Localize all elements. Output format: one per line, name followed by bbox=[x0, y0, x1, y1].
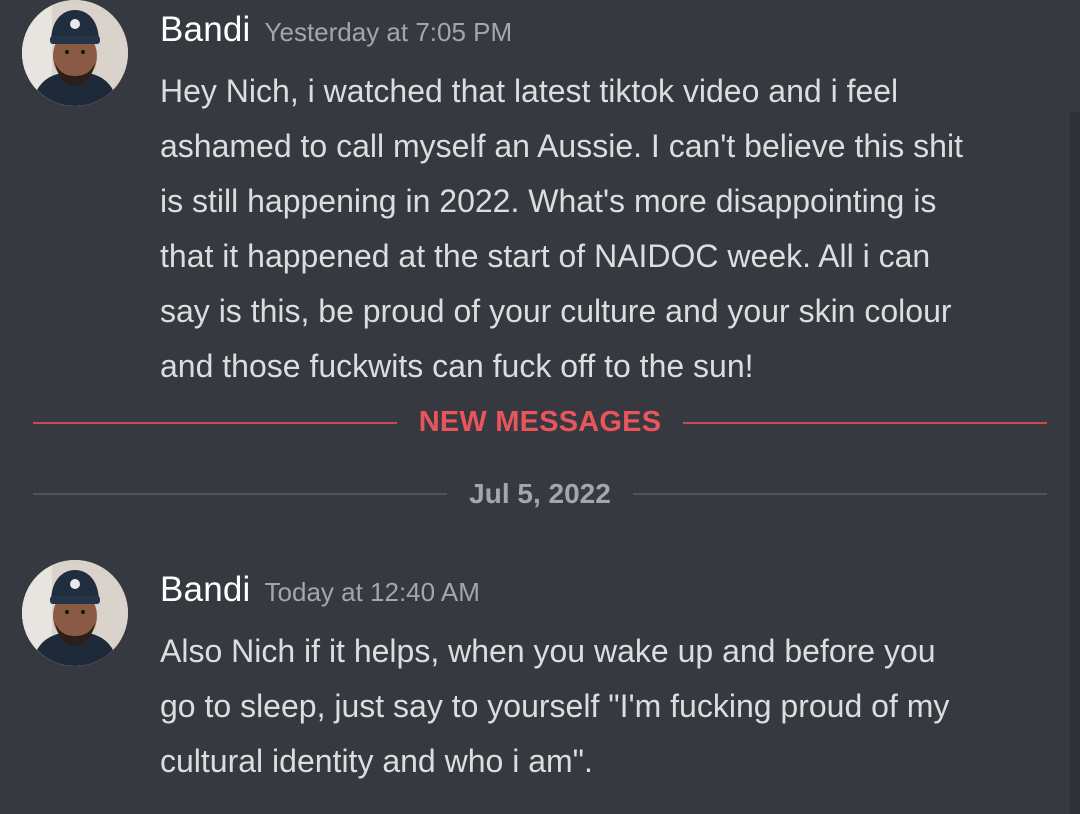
message-line: Hey Nich, i watched that latest tiktok v… bbox=[160, 73, 899, 109]
message-line: Also Nich if it helps, when you wake up … bbox=[160, 633, 936, 669]
date-label: Jul 5, 2022 bbox=[469, 478, 611, 509]
timestamp: Today at 12:40 AM bbox=[264, 577, 480, 607]
message-content: Hey Nich, i watched that latest tiktok v… bbox=[160, 64, 1065, 394]
message-line: ashamed to call myself an Aussie. I can'… bbox=[160, 128, 963, 164]
new-messages-label: NEW MESSAGES bbox=[418, 406, 662, 438]
message-line: is still happening in 2022. What's more … bbox=[160, 183, 937, 219]
new-messages-divider: NEW MESSAGES bbox=[33, 406, 1047, 439]
divider-line bbox=[632, 493, 1047, 495]
avatar-icon bbox=[22, 0, 128, 106]
username[interactable]: Bandi bbox=[160, 10, 251, 49]
date-divider: Jul 5, 2022 bbox=[33, 478, 1047, 510]
divider-line bbox=[683, 421, 1047, 424]
avatar[interactable] bbox=[22, 560, 128, 666]
message-line: cultural identity and who i am". bbox=[160, 743, 593, 779]
message-content: Also Nich if it helps, when you wake up … bbox=[160, 624, 1065, 789]
divider-line bbox=[33, 493, 448, 495]
timestamp: Yesterday at 7:05 PM bbox=[264, 17, 513, 47]
chat-view: { "messages": [ { "author": "Bandi", "ti… bbox=[0, 0, 1080, 814]
message-header: Bandi Yesterday at 7:05 PM bbox=[160, 10, 512, 50]
scrollbar-track[interactable] bbox=[1070, 112, 1080, 814]
message-line: say is this, be proud of your culture an… bbox=[160, 293, 952, 329]
divider-line bbox=[33, 421, 397, 424]
message-header: Bandi Today at 12:40 AM bbox=[160, 570, 480, 610]
message-line: that it happened at the start of NAIDOC … bbox=[160, 238, 931, 274]
message-line: and those fuckwits can fuck off to the s… bbox=[160, 348, 754, 384]
message-line: go to sleep, just say to yourself "I'm f… bbox=[160, 688, 950, 724]
avatar-icon bbox=[22, 560, 128, 666]
username[interactable]: Bandi bbox=[160, 570, 251, 609]
avatar[interactable] bbox=[22, 0, 128, 106]
